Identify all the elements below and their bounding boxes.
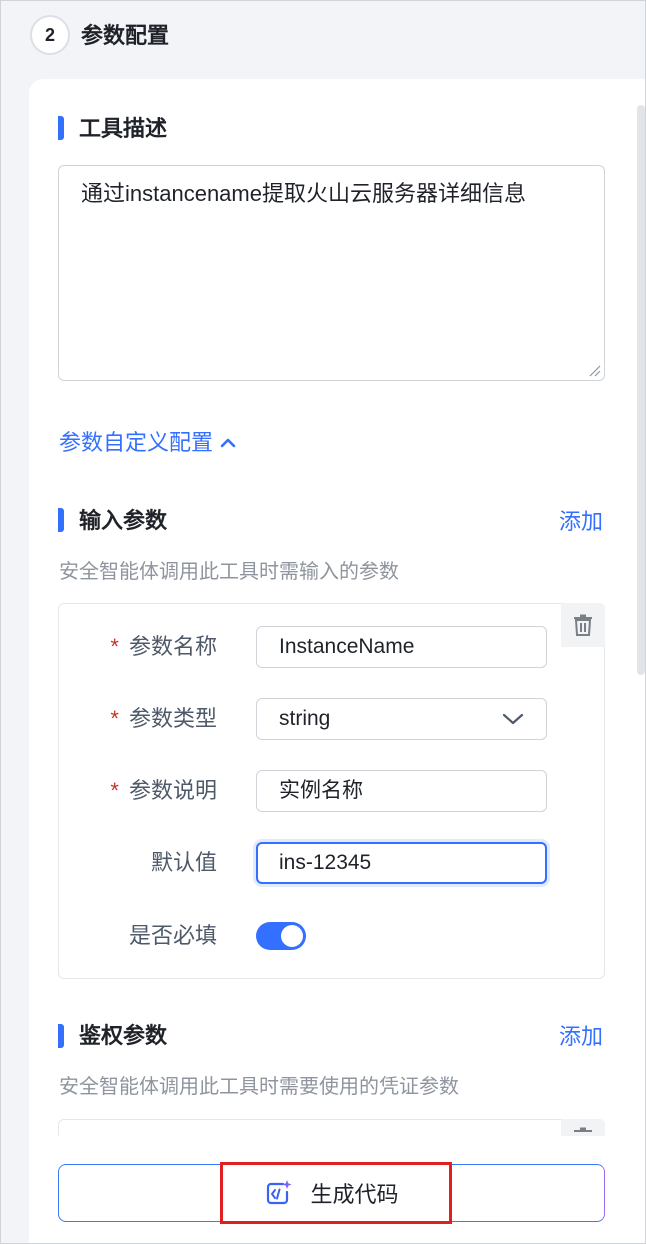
auth-params-title: 鉴权参数 [79,1023,168,1048]
scrollbar[interactable] [637,105,645,675]
required-mark: * [110,634,119,659]
tool-description-value: 通过instancename提取火山云服务器详细信息 [81,181,526,206]
param-desc-label: * 参数说明 [110,778,217,803]
custom-params-toggle[interactable]: 参数自定义配置 [59,428,237,458]
param-desc-input[interactable]: 实例名称 [256,770,547,812]
input-params-description: 安全智能体调用此工具时需输入的参数 [59,561,399,583]
input-params-add-button[interactable]: 添加 [559,507,603,537]
section-accent-bar [58,1024,64,1048]
trash-icon [574,614,592,636]
required-mark: * [110,778,119,803]
required-mark: * [110,706,119,731]
param-type-label: * 参数类型 [110,706,217,731]
param-name-input[interactable]: InstanceName [256,626,547,668]
custom-params-label: 参数自定义配置 [59,430,214,455]
chevron-down-icon [502,713,524,725]
auth-params-description: 安全智能体调用此工具时需要使用的凭证参数 [59,1076,459,1098]
section-accent-bar [58,508,64,532]
is-required-toggle[interactable] [256,922,306,950]
default-value-label: 默认值 [150,850,217,875]
delete-param-button[interactable] [561,603,605,647]
highlight-box [220,1162,452,1224]
param-type-select[interactable]: string [256,698,547,740]
tool-description-title: 工具描述 [79,116,168,141]
param-name-label: * 参数名称 [110,634,217,659]
resize-handle-icon[interactable] [587,363,601,377]
step-header: 2 参数配置 [1,1,645,79]
app-frame: 2 参数配置 工具描述 通过instancename提取火山云服务器详细信息 参… [0,0,646,1244]
chevron-up-icon [220,438,236,448]
default-value-input[interactable]: ins-12345 [256,842,547,884]
step-title: 参数配置 [81,23,170,48]
tool-description-textarea[interactable]: 通过instancename提取火山云服务器详细信息 [58,165,605,381]
toggle-knob [281,925,303,947]
section-accent-bar [58,116,64,140]
step-number-badge: 2 [30,15,70,55]
input-params-title: 输入参数 [79,508,168,533]
auth-params-add-button[interactable]: 添加 [559,1022,603,1052]
is-required-label: 是否必填 [128,923,217,948]
